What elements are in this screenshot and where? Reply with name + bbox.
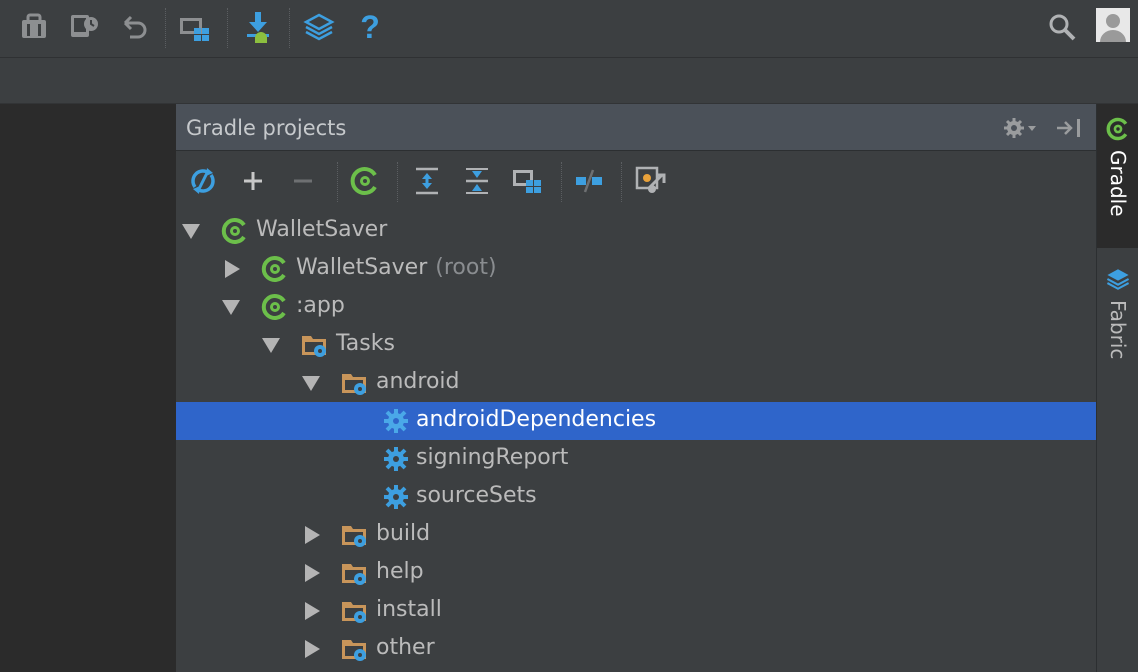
expand-arrow-icon[interactable] (222, 300, 240, 315)
tree-label: WalletSaver (root) (296, 255, 497, 280)
tree-row-help[interactable]: help (176, 554, 1096, 592)
tree-label: androidDependencies (416, 407, 657, 432)
undo-icon[interactable] (116, 8, 152, 46)
tree-label: sourceSets (416, 483, 537, 508)
help-icon[interactable]: ? (352, 8, 388, 46)
tree-row-build[interactable]: build (176, 516, 1096, 554)
gradle-icon (220, 217, 250, 245)
toolbar-separator (621, 162, 622, 202)
gradle-icon (260, 255, 290, 283)
gear-icon[interactable] (1000, 114, 1040, 142)
navigation-strip (0, 59, 1138, 104)
toolbar-separator (561, 162, 562, 202)
remove-icon[interactable] (284, 162, 322, 200)
expand-arrow-icon[interactable] (262, 338, 280, 353)
tree-label-suffix: (root) (435, 255, 497, 280)
toolbar-separator (227, 8, 228, 48)
task-gear-icon (382, 407, 412, 435)
avd-manager-icon[interactable] (66, 8, 102, 46)
project-structure-icon[interactable] (176, 8, 212, 46)
collapsed-arrow-icon[interactable] (305, 526, 320, 544)
gradle-icon (1106, 117, 1128, 141)
expand-arrow-icon[interactable] (302, 376, 320, 391)
expand-arrow-icon[interactable] (182, 224, 200, 239)
tree-row-install[interactable]: install (176, 592, 1096, 630)
toolbar-separator (397, 162, 398, 202)
tree-row-walletsaver[interactable]: WalletSaver (176, 212, 1096, 250)
tab-fabric[interactable]: Fabric (1097, 254, 1138, 394)
gradle-tree: WalletSaver WalletSaver (root) :app Tasks (176, 212, 1096, 672)
tree-label: help (376, 559, 424, 584)
tree-row-walletsaver-root[interactable]: WalletSaver (root) (176, 250, 1096, 288)
tree-row-android[interactable]: android (176, 364, 1096, 402)
task-folder-icon (340, 559, 370, 587)
tree-row-sourcesets[interactable]: sourceSets (176, 478, 1096, 516)
gradle-settings-icon[interactable] (632, 162, 670, 200)
task-gear-icon (382, 483, 412, 511)
tab-gradle-label: Gradle (1106, 150, 1130, 217)
tab-gradle[interactable]: Gradle (1097, 104, 1138, 248)
panel-header: Gradle projects (176, 104, 1096, 151)
tree-label: build (376, 521, 431, 546)
collapsed-arrow-icon[interactable] (225, 260, 240, 278)
tree-label: WalletSaver (256, 217, 388, 242)
task-folder-icon (340, 635, 370, 663)
tree-row-signingreport[interactable]: signingReport (176, 440, 1096, 478)
android-download-icon[interactable] (240, 8, 276, 46)
gradle-projects-panel: Gradle projects WalletSaver WalletSaver … (176, 104, 1096, 672)
execute-task-icon[interactable] (346, 162, 384, 200)
task-folder-icon (340, 369, 370, 397)
refresh-icon[interactable] (184, 162, 222, 200)
tree-label: install (376, 597, 442, 622)
expand-all-icon[interactable] (408, 162, 446, 200)
add-icon[interactable] (234, 162, 272, 200)
toolbar-separator (165, 8, 166, 48)
fabric-layers-icon (1106, 269, 1130, 290)
tree-row-androiddependencies[interactable]: androidDependencies (176, 402, 1096, 440)
tree-row-app[interactable]: :app (176, 288, 1096, 326)
user-avatar[interactable] (1095, 6, 1131, 44)
fabric-layers-icon[interactable] (301, 8, 337, 46)
panel-toolbar (176, 152, 1096, 210)
tree-label: signingReport (416, 445, 569, 470)
right-tool-stripe: Gradle Fabric (1096, 104, 1138, 672)
task-folder-icon (300, 331, 330, 359)
collapsed-arrow-icon[interactable] (305, 640, 320, 658)
collapsed-arrow-icon[interactable] (305, 564, 320, 582)
tree-label: other (376, 635, 435, 660)
tab-fabric-label: Fabric (1106, 300, 1130, 360)
task-folder-icon (340, 597, 370, 625)
help-icon-glyph: ? (360, 8, 380, 45)
sdk-manager-icon[interactable] (16, 8, 52, 46)
tree-label: Tasks (336, 331, 395, 356)
task-folder-icon (340, 521, 370, 549)
main-toolbar: ? (0, 0, 1138, 58)
gradle-icon (260, 293, 290, 321)
tree-label: :app (296, 293, 345, 318)
tree-row-other[interactable]: other (176, 630, 1096, 668)
search-icon[interactable] (1044, 8, 1080, 46)
panel-title: Gradle projects (186, 116, 347, 140)
tree-label: android (376, 369, 460, 394)
hide-panel-icon[interactable] (1054, 114, 1084, 142)
task-gear-icon (382, 445, 412, 473)
tree-row-tasks[interactable]: Tasks (176, 326, 1096, 364)
toolbar-separator (337, 162, 338, 202)
toggle-offline-icon[interactable] (570, 162, 608, 200)
group-modules-icon[interactable] (508, 162, 546, 200)
toolbar-separator (289, 8, 290, 48)
collapse-all-icon[interactable] (458, 162, 496, 200)
tree-label-name: WalletSaver (296, 255, 428, 280)
collapsed-arrow-icon[interactable] (305, 602, 320, 620)
editor-area (0, 104, 176, 672)
